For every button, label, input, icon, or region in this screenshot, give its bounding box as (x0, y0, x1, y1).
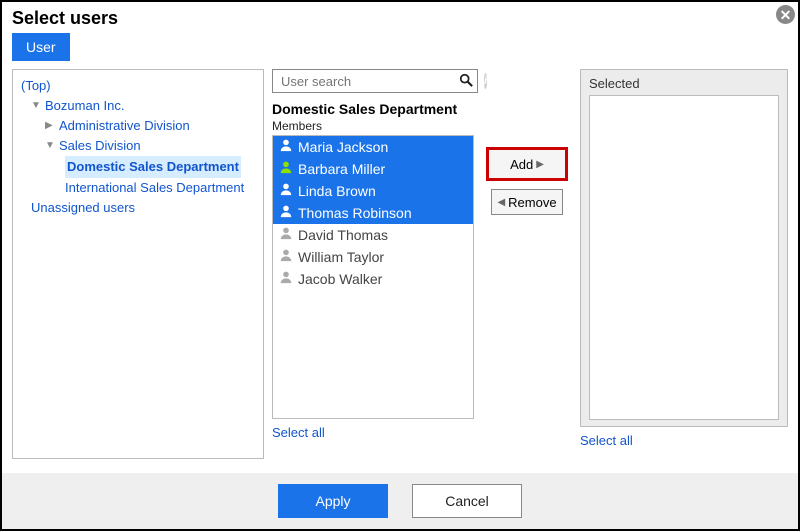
person-icon (279, 182, 293, 200)
list-item[interactable]: David Thomas (273, 224, 473, 246)
chevron-right-icon: ▶ (45, 116, 55, 136)
search-bar: i (272, 69, 474, 93)
add-button-label: Add (510, 157, 533, 172)
member-name: Thomas Robinson (298, 204, 412, 222)
person-icon (279, 138, 293, 156)
members-select-all[interactable]: Select all (272, 425, 474, 440)
person-icon (279, 204, 293, 222)
person-icon (279, 270, 293, 288)
group-name: Domestic Sales Department (272, 101, 474, 117)
list-item[interactable]: Thomas Robinson (273, 202, 473, 224)
chevron-down-icon: ▼ (31, 96, 41, 116)
dialog-title: Select users (12, 8, 118, 29)
close-icon[interactable]: ✕ (776, 5, 795, 24)
list-item[interactable]: Linda Brown (273, 180, 473, 202)
add-button[interactable]: Add ▶ (488, 149, 566, 179)
person-icon (279, 226, 293, 244)
selected-box: Selected (580, 69, 788, 427)
member-name: Jacob Walker (298, 270, 382, 288)
search-icon[interactable] (459, 73, 473, 90)
dialog-footer: Apply Cancel (2, 473, 798, 529)
transfer-buttons: Add ▶ ◀ Remove (482, 69, 572, 459)
chevron-right-icon: ▶ (536, 159, 544, 170)
members-list: Maria Jackson Barbara Miller Linda Brown Th… (272, 135, 474, 419)
member-name: Linda Brown (298, 182, 376, 200)
tree-sales[interactable]: ▼Sales Division (21, 136, 255, 156)
selected-column: Selected Select all (580, 69, 788, 459)
list-item[interactable]: Jacob Walker (273, 268, 473, 290)
member-name: Barbara Miller (298, 160, 385, 178)
remove-button[interactable]: ◀ Remove (491, 189, 563, 215)
person-icon (279, 160, 293, 178)
select-users-dialog: ✕ Select users User (Top) ▼Bozuman Inc. … (0, 0, 800, 531)
member-name: Maria Jackson (298, 138, 388, 156)
list-item[interactable]: Barbara Miller (273, 158, 473, 180)
list-item[interactable]: William Taylor (273, 246, 473, 268)
tree-unassigned[interactable]: Unassigned users (21, 198, 255, 218)
tree-domestic[interactable]: Domestic Sales Department (21, 156, 255, 178)
org-tree: (Top) ▼Bozuman Inc. ▶Administrative Divi… (12, 69, 264, 459)
cancel-button[interactable]: Cancel (412, 484, 522, 518)
members-label: Members (272, 119, 474, 133)
apply-button[interactable]: Apply (278, 484, 388, 518)
chevron-down-icon: ▼ (45, 136, 55, 156)
search-input[interactable] (279, 73, 459, 90)
selected-header: Selected (589, 76, 779, 91)
list-item[interactable]: Maria Jackson (273, 136, 473, 158)
person-icon (279, 248, 293, 266)
selected-list[interactable] (589, 95, 779, 420)
tree-admin[interactable]: ▶Administrative Division (21, 116, 255, 136)
tree-org[interactable]: ▼Bozuman Inc. (21, 96, 255, 116)
dialog-body: (Top) ▼Bozuman Inc. ▶Administrative Divi… (2, 63, 798, 459)
selected-select-all[interactable]: Select all (580, 433, 788, 448)
members-column: i Domestic Sales Department Members Mari… (272, 69, 474, 459)
remove-button-label: Remove (508, 195, 556, 210)
dialog-header: Select users (2, 2, 798, 29)
tab-user[interactable]: User (12, 33, 70, 61)
search-input-wrapper[interactable] (272, 69, 478, 93)
chevron-left-icon: ◀ (497, 197, 505, 208)
tree-top[interactable]: (Top) (21, 76, 255, 96)
member-name: David Thomas (298, 226, 388, 244)
member-name: William Taylor (298, 248, 384, 266)
tree-international[interactable]: International Sales Department (21, 178, 255, 198)
tab-bar: User (2, 29, 798, 63)
